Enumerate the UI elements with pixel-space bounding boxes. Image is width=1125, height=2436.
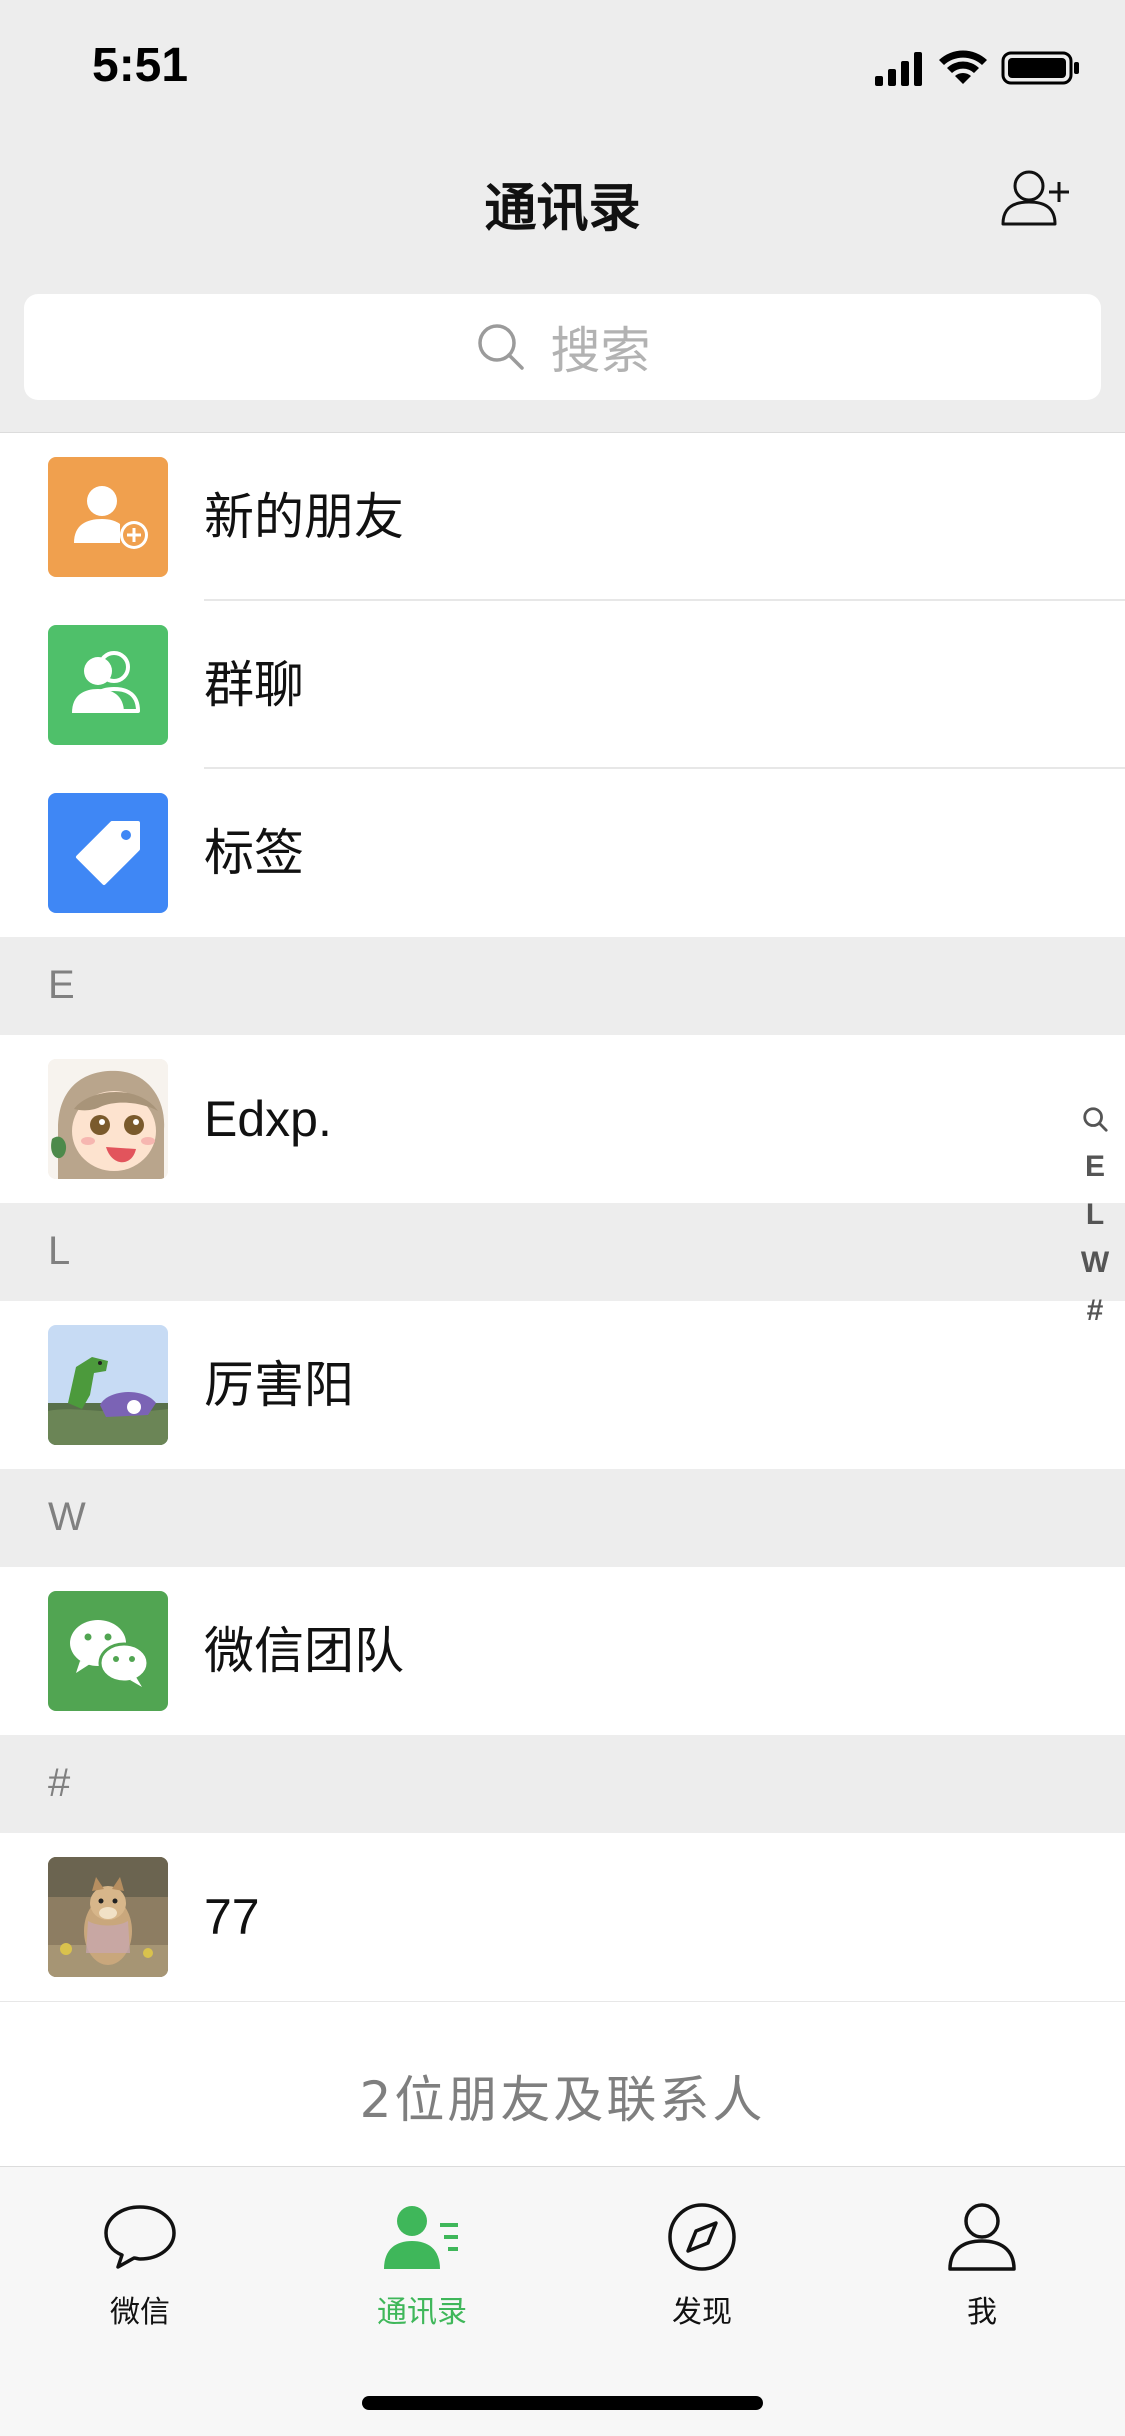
tab-me[interactable]: 我 bbox=[892, 2197, 1072, 2331]
index-search-icon[interactable] bbox=[1065, 1095, 1125, 1143]
tab-contacts[interactable]: 通讯录 bbox=[332, 2197, 512, 2331]
contact-count-footer: 2位朋友及联系人 bbox=[0, 2001, 1125, 2175]
index-letter[interactable]: L bbox=[1065, 1191, 1125, 1239]
alphabet-index[interactable]: E L W # bbox=[1065, 1095, 1125, 1335]
new-friend-icon bbox=[48, 457, 168, 577]
cellular-signal-icon bbox=[875, 52, 922, 86]
avatar bbox=[48, 1325, 168, 1445]
home-indicator[interactable] bbox=[362, 2396, 763, 2410]
list-item-label: 群聊 bbox=[204, 656, 304, 714]
contact-count: 2位朋友及联系人 bbox=[359, 2071, 766, 2129]
profile-icon bbox=[948, 2203, 1016, 2271]
contact-row-lihaiyang[interactable]: 厉害阳 bbox=[0, 1301, 1125, 1469]
group-chat-icon bbox=[48, 625, 168, 745]
list-item-label: 标签 bbox=[204, 824, 304, 882]
contact-name: Edxp. bbox=[204, 1091, 332, 1147]
tab-discover[interactable]: 发现 bbox=[612, 2197, 792, 2331]
tab-label: 微信 bbox=[110, 2295, 170, 2330]
index-letter[interactable]: W bbox=[1065, 1239, 1125, 1287]
list-item-group-chat[interactable]: 群聊 bbox=[0, 601, 1125, 769]
contact-row-77[interactable]: 77 bbox=[0, 1833, 1125, 2001]
search-input[interactable]: 搜索 bbox=[24, 294, 1101, 400]
page-title: 通讯录 bbox=[484, 179, 641, 239]
add-contact-icon bbox=[1001, 170, 1069, 226]
contact-row-edxp[interactable]: Edxp. bbox=[0, 1035, 1125, 1203]
status-bar: 5:51 bbox=[0, 0, 1125, 132]
tab-label: 我 bbox=[967, 2295, 997, 2330]
contact-name: 厉害阳 bbox=[204, 1356, 354, 1414]
list-item-label: 新的朋友 bbox=[204, 488, 404, 546]
wifi-icon bbox=[939, 50, 987, 84]
contact-row-wechat-team[interactable]: 微信团队 bbox=[0, 1567, 1125, 1735]
compass-icon bbox=[668, 2203, 736, 2271]
index-letter[interactable]: E bbox=[1065, 1143, 1125, 1191]
section-header-w: W bbox=[0, 1469, 1125, 1567]
search-icon bbox=[477, 324, 524, 370]
wechat-logo-icon bbox=[48, 1591, 168, 1711]
contact-list: 新的朋友 群聊 标签 E Edxp. L 厉害阳 W 微信团队 # 77 2位朋… bbox=[0, 432, 1125, 2175]
tab-label: 发现 bbox=[672, 2295, 732, 2330]
add-friend-button[interactable] bbox=[997, 162, 1077, 242]
search-placeholder: 搜索 bbox=[550, 322, 651, 380]
search-area: 搜索 bbox=[0, 264, 1125, 432]
contacts-icon bbox=[384, 2206, 458, 2269]
section-header-l: L bbox=[0, 1203, 1125, 1301]
list-item-new-friends[interactable]: 新的朋友 bbox=[0, 433, 1125, 601]
tab-wechat[interactable]: 微信 bbox=[50, 2197, 230, 2331]
contact-name: 77 bbox=[204, 1889, 260, 1945]
section-header-hash: # bbox=[0, 1735, 1125, 1833]
status-time: 5:51 bbox=[92, 39, 189, 92]
avatar bbox=[48, 1857, 168, 1977]
section-letter: W bbox=[48, 1495, 86, 1539]
section-letter: E bbox=[48, 963, 75, 1007]
section-letter: # bbox=[48, 1761, 71, 1805]
section-header-e: E bbox=[0, 937, 1125, 1035]
battery-icon bbox=[1001, 51, 1079, 85]
section-letter: L bbox=[48, 1229, 71, 1273]
tab-label: 通讯录 bbox=[377, 2295, 467, 2330]
avatar bbox=[48, 1059, 168, 1179]
status-icons bbox=[875, 50, 1079, 86]
chat-bubble-icon bbox=[104, 2205, 176, 2269]
contact-name: 微信团队 bbox=[204, 1622, 404, 1680]
list-item-tags[interactable]: 标签 bbox=[0, 769, 1125, 937]
nav-bar: 通讯录 bbox=[0, 132, 1125, 264]
index-letter[interactable]: # bbox=[1065, 1287, 1125, 1335]
tag-icon bbox=[48, 793, 168, 913]
